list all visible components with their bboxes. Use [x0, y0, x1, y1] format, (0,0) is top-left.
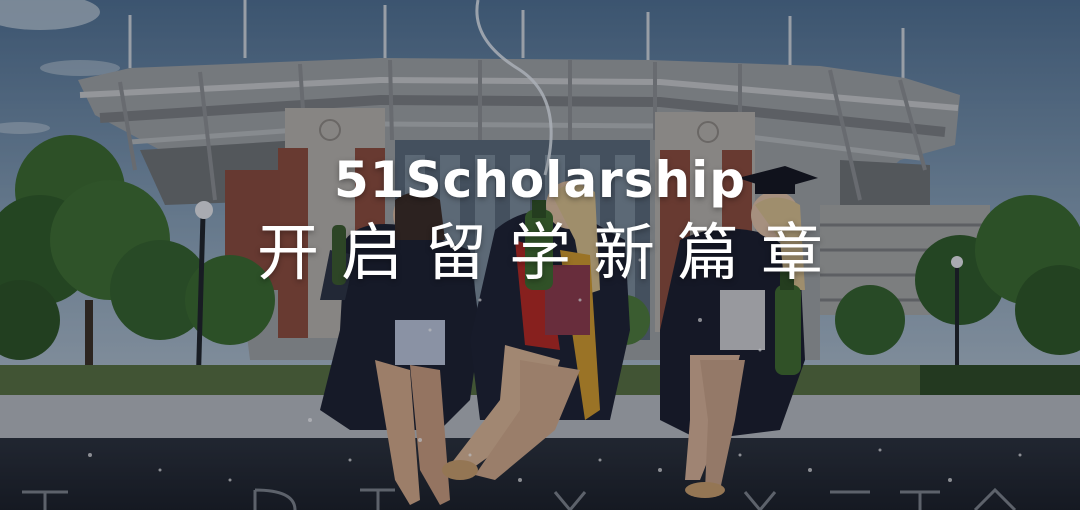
hero-banner: 51Scholarship 开启留学新篇章 [0, 0, 1080, 510]
dark-overlay [0, 0, 1080, 510]
